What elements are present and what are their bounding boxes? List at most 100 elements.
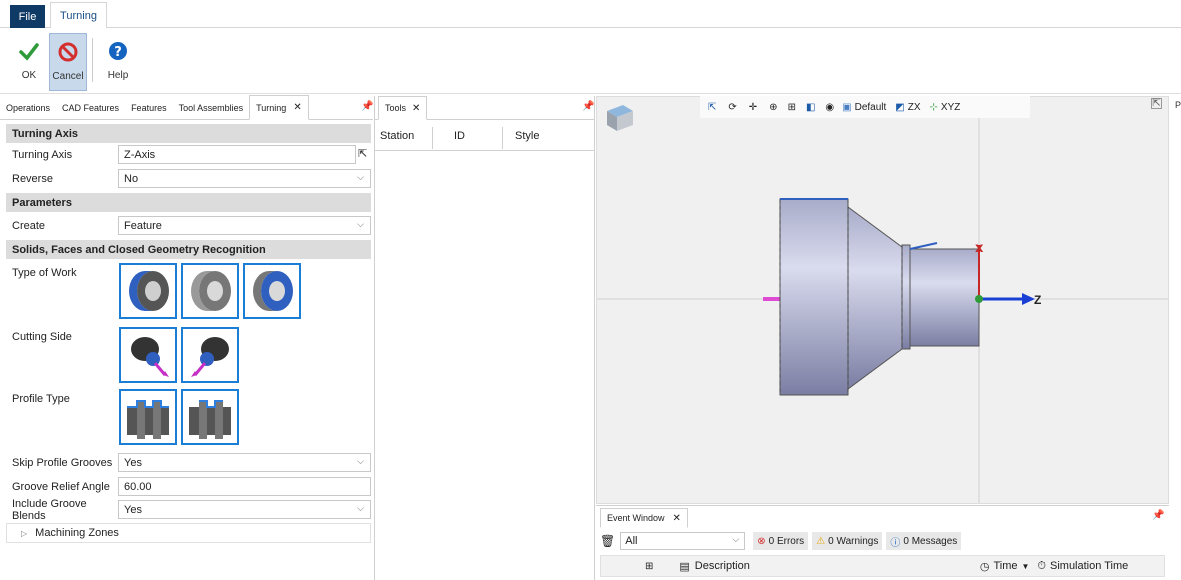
- file-menu[interactable]: File: [10, 5, 45, 28]
- col-simulation-time[interactable]: Simulation Time: [1050, 560, 1128, 572]
- event-tab-label: Event Window: [607, 513, 665, 523]
- menu-bar: [0, 0, 1181, 28]
- close-icon[interactable]: ✕: [412, 103, 420, 114]
- tools-panel: [374, 96, 595, 580]
- col-time[interactable]: Time: [993, 560, 1017, 572]
- profile-option-outer[interactable]: [119, 389, 177, 445]
- tab-turning-label: Turning: [256, 102, 287, 113]
- 3d-viewport[interactable]: x Z ⇱: [596, 96, 1169, 504]
- checkmark-icon: [18, 36, 40, 66]
- tree-icon[interactable]: ⊞: [645, 561, 653, 572]
- warnings-label: 0 Warnings: [828, 535, 879, 547]
- chevron-down-icon: ⌵: [357, 172, 364, 182]
- machining-zones-row[interactable]: ▷ Machining Zones: [6, 523, 371, 543]
- column-divider[interactable]: [502, 127, 503, 149]
- profile-inner-icon: [189, 400, 231, 439]
- zoom-icon[interactable]: ⊕: [769, 102, 777, 113]
- warnings-button[interactable]: ⚠ 0 Warnings: [812, 532, 883, 550]
- box-view-icon[interactable]: ◧: [806, 102, 815, 113]
- info-icon: ⓘ: [890, 537, 901, 549]
- trash-icon[interactable]: 🗑: [600, 534, 615, 548]
- pin-icon[interactable]: 📌: [361, 101, 373, 112]
- ok-label: OK: [21, 70, 37, 81]
- create-dropdown[interactable]: Feature ⌵: [118, 216, 371, 235]
- groove-blends-value: Yes: [124, 503, 142, 516]
- event-window: Event Window ✕ 📌 🗑 All ⌵ ⊗ 0 Errors ⚠ 0 Warn…: [596, 505, 1169, 580]
- column-divider[interactable]: [432, 127, 433, 149]
- help-icon: ?: [107, 36, 129, 66]
- messages-button[interactable]: ⓘ 0 Messages: [886, 532, 962, 550]
- turning-axis-field[interactable]: Z-Axis: [118, 145, 356, 164]
- cutting-side-option-left[interactable]: [119, 327, 177, 383]
- select-cursor-icon[interactable]: ⇱: [708, 102, 716, 113]
- profile-option-inner[interactable]: [181, 389, 239, 445]
- chevron-down-icon[interactable]: ▼: [1021, 562, 1029, 571]
- cancel-button[interactable]: Cancel: [49, 33, 87, 91]
- profile-type-label: Profile Type: [12, 393, 70, 405]
- section-turning-axis: Turning Axis: [6, 124, 371, 143]
- chevron-down-icon: ⌵: [732, 534, 740, 544]
- tab-turning[interactable]: Turning ✕: [249, 95, 309, 120]
- skip-grooves-value: Yes: [124, 456, 142, 469]
- rotate-icon[interactable]: ⟳: [728, 102, 736, 113]
- event-filter-dropdown[interactable]: All ⌵: [620, 532, 746, 550]
- cancel-icon: [57, 37, 79, 67]
- reverse-value: No: [124, 172, 139, 185]
- cutting-side-option-right[interactable]: [181, 327, 239, 383]
- help-label: Help: [107, 70, 129, 81]
- zx-view-icon[interactable]: ◩: [895, 102, 904, 113]
- tab-tool-assemblies[interactable]: Tool Assemblies: [173, 96, 250, 120]
- left-tab-strip: Operations CAD Features Features Tool As…: [0, 95, 373, 120]
- tab-features[interactable]: Features: [125, 96, 173, 120]
- col-style[interactable]: Style: [515, 130, 539, 142]
- zx-view-label[interactable]: ZX: [908, 102, 921, 113]
- tab-operations[interactable]: Operations: [0, 96, 56, 120]
- xyz-view-label[interactable]: XYZ: [941, 102, 960, 113]
- groove-blends-dropdown[interactable]: Yes ⌵: [118, 500, 371, 519]
- profile-outer-icon: [127, 400, 169, 439]
- turning-ribbon-tab[interactable]: Turning: [50, 2, 107, 29]
- ribbon-separator: [92, 38, 93, 82]
- col-station[interactable]: Station: [380, 130, 414, 142]
- side-panel-tab[interactable]: P: [1175, 100, 1181, 110]
- errors-button[interactable]: ⊗ 0 Errors: [753, 532, 809, 550]
- xyz-axes-icon[interactable]: ⊹: [930, 102, 938, 113]
- skip-grooves-dropdown[interactable]: Yes ⌵: [118, 453, 371, 472]
- pin-icon[interactable]: 📌: [582, 101, 594, 112]
- visibility-icon[interactable]: ◉: [825, 102, 834, 113]
- tab-event-window[interactable]: Event Window ✕: [600, 508, 688, 528]
- maximize-icon[interactable]: ⇱: [1151, 98, 1162, 109]
- reverse-dropdown[interactable]: No ⌵: [118, 169, 371, 188]
- errors-label: 0 Errors: [768, 535, 805, 547]
- tab-tools[interactable]: Tools ✕: [378, 96, 428, 120]
- work-option-outer[interactable]: [119, 263, 177, 319]
- z-axis-label: Z: [1034, 293, 1042, 307]
- default-view-icon[interactable]: ▣: [842, 102, 851, 113]
- close-icon[interactable]: ✕: [673, 513, 681, 524]
- expand-icon[interactable]: ▷: [21, 529, 27, 538]
- svg-text:x: x: [975, 241, 984, 256]
- zoom-window-icon[interactable]: ⊞: [788, 102, 796, 113]
- view-cube-icon: [607, 105, 633, 131]
- ok-button[interactable]: OK: [12, 33, 46, 91]
- relief-angle-input[interactable]: 60.00: [118, 477, 371, 496]
- error-icon: ⊗: [757, 535, 766, 547]
- messages-label: 0 Messages: [903, 535, 958, 547]
- event-filter-bar: 🗑 All ⌵ ⊗ 0 Errors ⚠ 0 Warnings ⓘ 0 Messages: [600, 531, 1165, 551]
- pan-icon[interactable]: ✛: [749, 102, 757, 113]
- section-parameters: Parameters: [6, 193, 371, 212]
- tube-outer-icon: [129, 271, 169, 311]
- col-description[interactable]: Description: [695, 560, 750, 572]
- help-button[interactable]: ? Help: [100, 33, 136, 91]
- create-value: Feature: [124, 219, 162, 232]
- cutting-tool-right-icon: [191, 337, 229, 377]
- work-option-both[interactable]: [243, 263, 301, 319]
- work-option-inner[interactable]: [181, 263, 239, 319]
- select-cursor-icon[interactable]: ⇱: [358, 147, 367, 160]
- groove-blends-label: Include Groove Blends: [12, 498, 87, 522]
- col-id[interactable]: ID: [454, 130, 465, 142]
- default-view-label[interactable]: Default: [855, 102, 887, 113]
- pin-icon[interactable]: 📌: [1152, 510, 1164, 521]
- close-icon[interactable]: ✕: [293, 102, 301, 113]
- tab-cad-features[interactable]: CAD Features: [56, 96, 125, 120]
